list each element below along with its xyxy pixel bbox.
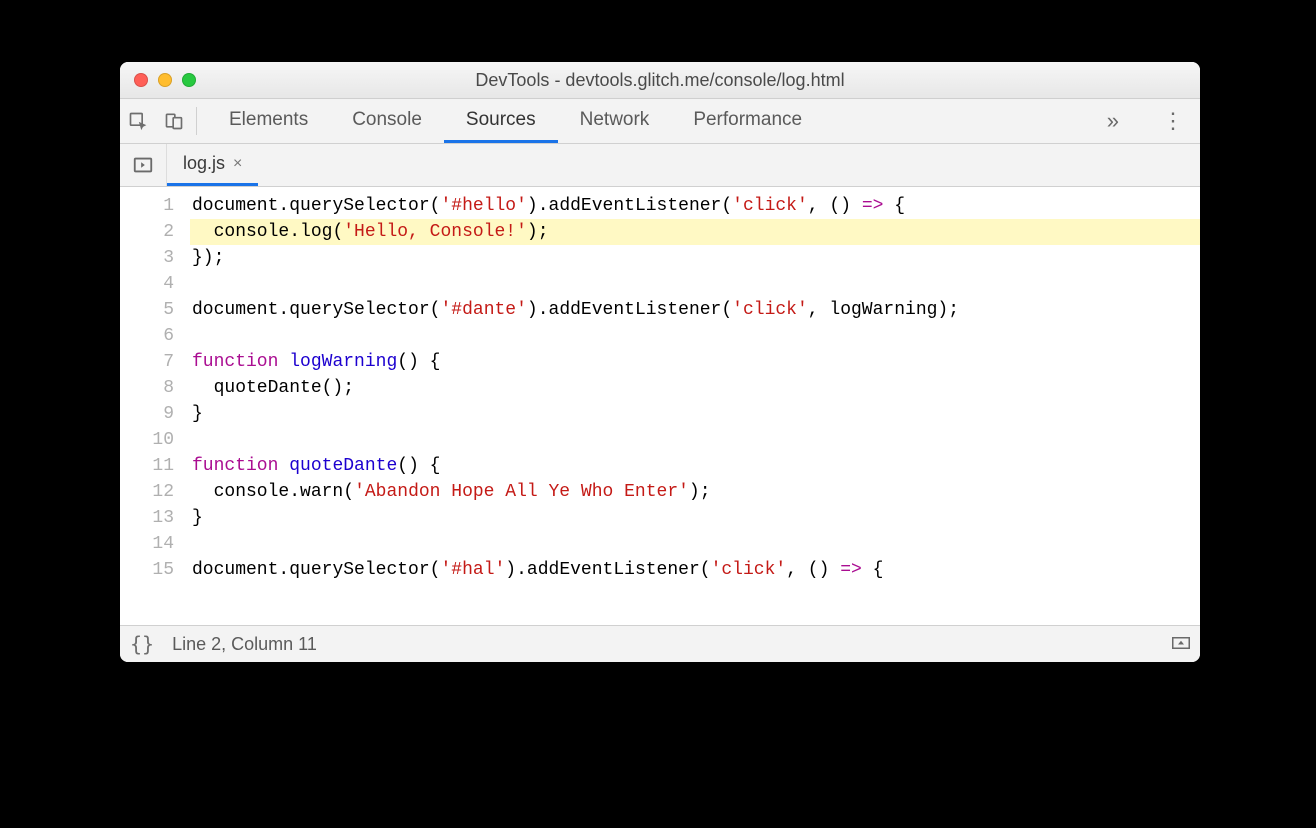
line-number: 3 [120,245,174,271]
code-line[interactable]: document.querySelector('#hello').addEven… [190,193,1200,219]
code-line[interactable] [190,323,1200,349]
panel-tab-performance[interactable]: Performance [671,99,824,143]
line-number: 10 [120,427,174,453]
code-line[interactable]: }); [190,245,1200,271]
file-tab-bar: log.js × [120,144,1200,187]
code-line[interactable]: function logWarning() { [190,349,1200,375]
line-number: 12 [120,479,174,505]
line-number: 13 [120,505,174,531]
maximize-window-button[interactable] [182,73,196,87]
status-bar: {} Line 2, Column 11 [120,625,1200,662]
code-line[interactable]: quoteDante(); [190,375,1200,401]
code-area[interactable]: document.querySelector('#hello').addEven… [184,187,1200,625]
code-line[interactable] [190,531,1200,557]
file-tab-label: log.js [183,153,225,174]
toolbar-right: » ⋮ [1089,99,1200,143]
panel-tab-console[interactable]: Console [330,99,444,143]
code-line[interactable]: document.querySelector('#dante').addEven… [190,297,1200,323]
line-number: 6 [120,323,174,349]
line-number: 8 [120,375,174,401]
drawer-toggle-icon[interactable] [1172,634,1190,655]
line-number: 7 [120,349,174,375]
close-window-button[interactable] [134,73,148,87]
line-number: 5 [120,297,174,323]
settings-menu-button[interactable]: ⋮ [1146,108,1200,134]
code-line[interactable]: } [190,505,1200,531]
code-line[interactable]: } [190,401,1200,427]
more-tabs-button[interactable]: » [1089,108,1137,134]
panel-tab-sources[interactable]: Sources [444,99,558,143]
cursor-position: Line 2, Column 11 [172,634,317,655]
devtools-window: DevTools - devtools.glitch.me/console/lo… [120,62,1200,662]
code-line[interactable] [190,427,1200,453]
code-line[interactable]: function quoteDante() { [190,453,1200,479]
code-line[interactable]: document.querySelector('#hal').addEventL… [190,557,1200,583]
window-titlebar: DevTools - devtools.glitch.me/console/lo… [120,62,1200,99]
line-number: 9 [120,401,174,427]
show-navigator-icon[interactable] [120,144,167,186]
code-line[interactable] [190,271,1200,297]
separator [196,107,197,135]
code-line[interactable]: console.warn('Abandon Hope All Ye Who En… [190,479,1200,505]
window-title: DevTools - devtools.glitch.me/console/lo… [120,70,1200,91]
close-tab-icon[interactable]: × [233,155,242,173]
pretty-print-icon[interactable]: {} [130,632,154,656]
inspect-element-icon[interactable] [120,99,156,143]
line-number: 14 [120,531,174,557]
line-number: 4 [120,271,174,297]
panel-tab-network[interactable]: Network [558,99,672,143]
line-number: 11 [120,453,174,479]
main-toolbar: ElementsConsoleSourcesNetworkPerformance… [120,99,1200,144]
code-editor[interactable]: 123456789101112131415 document.querySele… [120,187,1200,625]
line-number: 1 [120,193,174,219]
minimize-window-button[interactable] [158,73,172,87]
file-tab-logjs[interactable]: log.js × [167,144,258,186]
panel-tabs: ElementsConsoleSourcesNetworkPerformance [207,99,824,143]
line-number-gutter: 123456789101112131415 [120,187,184,625]
window-controls [134,73,196,87]
line-number: 15 [120,557,174,583]
panel-tab-elements[interactable]: Elements [207,99,330,143]
device-toolbar-icon[interactable] [156,99,192,143]
line-number: 2 [120,219,174,245]
code-line[interactable]: console.log('Hello, Console!'); [190,219,1200,245]
